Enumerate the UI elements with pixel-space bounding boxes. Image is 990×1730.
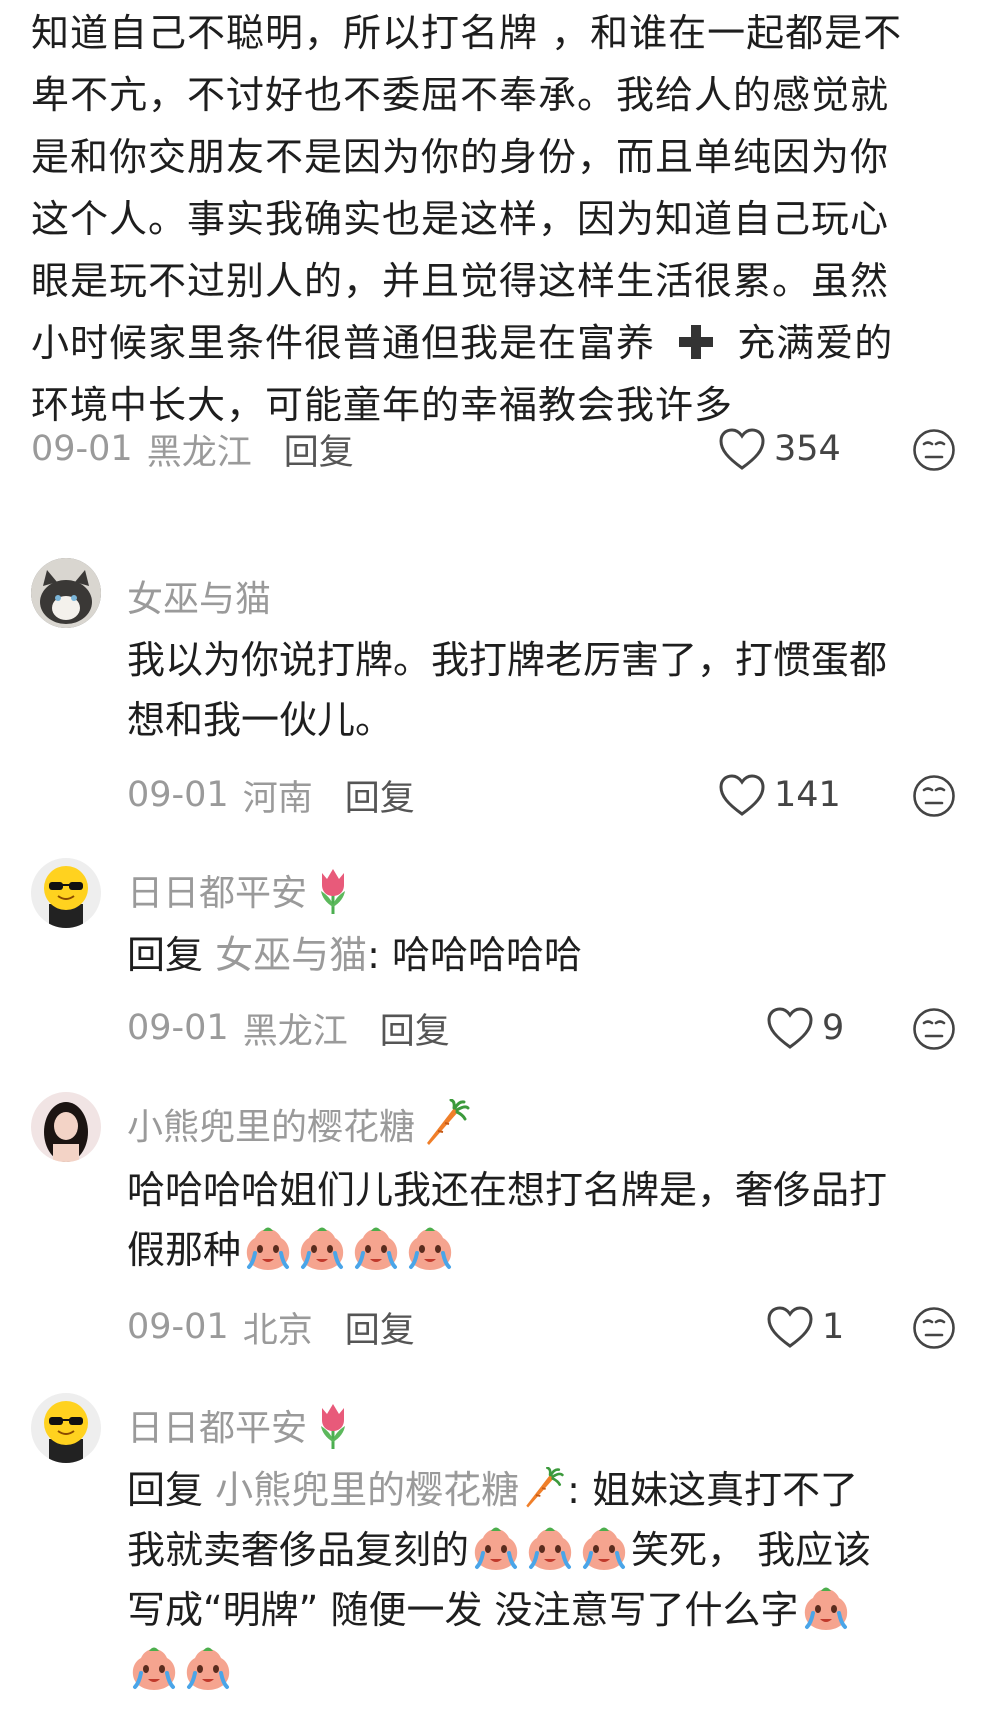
neutral-face-icon[interactable] xyxy=(912,1007,956,1051)
like-count: 1 xyxy=(822,1307,845,1347)
reply-text: 回复 女巫与猫: 哈哈哈哈哈 xyxy=(127,933,583,977)
cat-avatar-icon xyxy=(31,558,101,628)
reply-button[interactable]: 回复 xyxy=(345,770,415,821)
comment-date: 09-01 xyxy=(127,1307,229,1347)
avatar[interactable] xyxy=(31,1393,101,1463)
mention-link[interactable]: 小熊兜里的樱花糖 xyxy=(215,1468,567,1512)
reply-meta: 09-01 黑龙江 回复 xyxy=(127,1003,450,1053)
comment-date: 09-01 xyxy=(31,429,133,469)
comment-location: 黑龙江 xyxy=(146,432,252,473)
crying-peach-sticker-icon xyxy=(243,1223,293,1273)
top-comment-text: 知道自己不聪明，所以打名牌 ，和谁在一起都是不 卑不亢，不讨好也不委屈不奉承。我… xyxy=(31,2,961,436)
username[interactable]: 日日都平安 xyxy=(127,864,353,916)
username[interactable]: 日日都平安 xyxy=(127,1399,353,1451)
reply-button[interactable]: 回复 xyxy=(284,424,354,475)
like-button[interactable]: 9 xyxy=(766,1003,844,1053)
top-comment-line: 眼是玩不过别人的，并且觉得这样生活很累。虽然 xyxy=(31,259,890,303)
tulip-emoji-icon xyxy=(313,1400,353,1450)
reply-button[interactable]: 回复 xyxy=(380,1003,450,1054)
avatar[interactable] xyxy=(31,1092,101,1162)
crying-peach-sticker-icon xyxy=(297,1223,347,1273)
avatar[interactable] xyxy=(31,558,101,628)
heart-icon xyxy=(718,427,766,471)
crying-peach-sticker-icon xyxy=(129,1643,179,1693)
like-count: 354 xyxy=(774,429,841,469)
reply-text: 我以为你说打牌。我打牌老厉害了，打惯蛋都 想和我一伙儿。 xyxy=(127,638,888,742)
like-button[interactable]: 1 xyxy=(766,1302,844,1352)
reply-meta: 09-01 北京 回复 xyxy=(127,1302,415,1352)
comment-date: 09-01 xyxy=(127,1008,229,1048)
reply-meta: 09-01 河南 回复 xyxy=(127,770,415,820)
top-comment-meta: 09-01 黑龙江 回复 xyxy=(31,424,354,474)
sunglasses-emoji-avatar-icon xyxy=(31,858,101,928)
top-comment-line: 卑不亢，不讨好也不委屈不奉承。我给人的感觉就 xyxy=(31,73,890,117)
neutral-face-icon[interactable] xyxy=(912,428,956,472)
comment-date: 09-01 xyxy=(127,775,229,815)
mention-link[interactable]: 女巫与猫 xyxy=(215,933,367,977)
comment-location: 北京 xyxy=(242,1310,313,1351)
reply-button[interactable]: 回复 xyxy=(345,1302,415,1353)
top-comment-line: 知道自己不聪明，所以打名牌 ，和谁在一起都是不 xyxy=(31,11,903,55)
crying-peach-sticker-icon xyxy=(351,1223,401,1273)
neutral-face-icon[interactable] xyxy=(912,1306,956,1350)
like-count: 141 xyxy=(774,775,841,815)
crying-peach-sticker-icon xyxy=(525,1523,575,1573)
neutral-face-icon[interactable] xyxy=(912,774,956,818)
comment-location: 黑龙江 xyxy=(242,1011,348,1052)
heart-icon xyxy=(766,1305,814,1349)
crying-peach-sticker-icon xyxy=(579,1523,629,1573)
reply-text: 哈哈哈哈姐们儿我还在想打名牌是，奢侈品打 假那种 xyxy=(127,1168,888,1273)
sunglasses-emoji-avatar-icon xyxy=(31,1393,101,1463)
heart-icon xyxy=(766,1006,814,1050)
heavy-plus-emoji-icon xyxy=(676,322,716,362)
crying-peach-sticker-icon xyxy=(183,1643,233,1693)
comment-location: 河南 xyxy=(242,778,313,819)
crying-peach-sticker-icon xyxy=(471,1523,521,1573)
crying-peach-sticker-icon xyxy=(405,1223,455,1273)
portrait-avatar-icon xyxy=(31,1092,101,1162)
avatar[interactable] xyxy=(31,858,101,928)
like-button[interactable]: 354 xyxy=(718,424,841,474)
like-count: 9 xyxy=(822,1008,845,1048)
username[interactable]: 小熊兜里的樱花糖 xyxy=(127,1098,471,1150)
heart-icon xyxy=(718,773,766,817)
carrot-emoji-icon xyxy=(421,1099,471,1149)
top-comment-line: 这个人。事实我确实也是这样，因为知道自己玩心 xyxy=(31,197,890,241)
like-button[interactable]: 141 xyxy=(718,770,841,820)
crying-peach-sticker-icon xyxy=(801,1583,851,1633)
reply-text: 回复 小熊兜里的樱花糖: 姐妹这真打不了 我就卖奢侈品复刻的 笑死， 我应该 写成… xyxy=(127,1460,967,1700)
tulip-emoji-icon xyxy=(313,865,353,915)
top-comment-line: 小时候家里条件很普通但我是在富养 充满爱的 xyxy=(31,321,894,365)
top-comment-line: 是和你交朋友不是因为你的身份，而且单纯因为你 xyxy=(31,135,890,179)
username[interactable]: 女巫与猫 xyxy=(127,570,271,622)
carrot-emoji-icon xyxy=(521,1467,565,1511)
